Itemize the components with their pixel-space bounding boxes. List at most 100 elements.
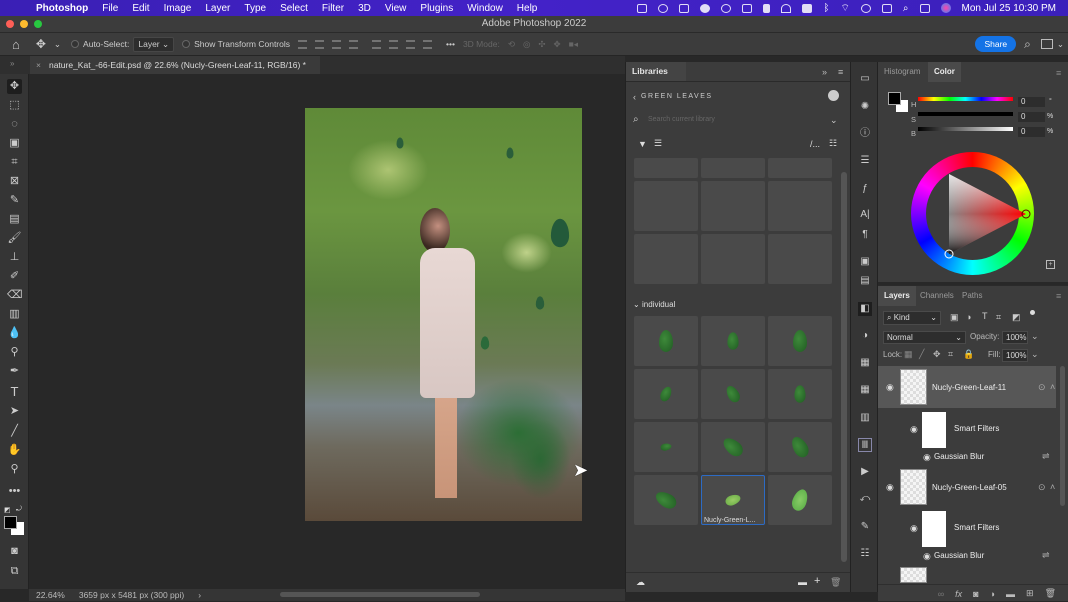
workspace-dropdown-icon[interactable]: ⌄ <box>1057 39 1064 50</box>
dodge-tool-icon[interactable]: ⚲ <box>7 345 22 360</box>
layers-scrollbar[interactable] <box>1060 366 1065 506</box>
object-selection-tool-icon[interactable]: ▣ <box>7 136 22 151</box>
expand-color-icon[interactable]: + <box>1046 260 1055 269</box>
menu-view[interactable]: View <box>385 3 407 14</box>
filter-row[interactable]: ◉ Gaussian Blur ⇌ <box>878 549 1056 563</box>
comments-icon[interactable]: ▭ <box>858 72 872 86</box>
library-item[interactable] <box>634 369 698 419</box>
library-item[interactable] <box>768 422 832 472</box>
library-item[interactable] <box>634 422 698 472</box>
zoom-tool-icon[interactable]: ⚲ <box>7 462 22 477</box>
battery-icon[interactable] <box>881 3 892 13</box>
invite-user-icon[interactable] <box>828 90 839 101</box>
visibility-eye-icon[interactable]: ◉ <box>910 424 918 435</box>
smart-filters-row[interactable]: ◉ Smart Filters <box>878 410 1056 452</box>
menu-3d[interactable]: 3D <box>358 3 371 14</box>
lock-all-icon[interactable]: 🔒 <box>963 349 974 360</box>
library-item[interactable] <box>701 181 765 231</box>
history-brush-tool-icon[interactable]: ✐ <box>7 269 22 284</box>
library-item[interactable] <box>701 234 765 284</box>
show-transform-checkbox[interactable] <box>182 40 191 48</box>
align-top-icon[interactable] <box>372 39 382 49</box>
library-item[interactable] <box>701 158 765 178</box>
library-item[interactable] <box>634 158 698 178</box>
tab-histogram[interactable]: Histogram <box>878 62 926 82</box>
library-item[interactable] <box>701 422 765 472</box>
library-item[interactable] <box>701 369 765 419</box>
new-adjustment-icon[interactable]: ◑ <box>990 589 995 599</box>
tab-paths[interactable]: Paths <box>956 286 988 306</box>
delete-icon[interactable]: 🗑 <box>830 577 841 588</box>
align-middle-icon[interactable] <box>389 39 399 49</box>
menu-edit[interactable]: Edit <box>132 3 149 14</box>
zoom-level[interactable]: 22.64% <box>36 590 65 600</box>
sort-icon[interactable]: ☰ <box>654 138 662 149</box>
tab-layers[interactable]: Layers <box>878 286 916 306</box>
document-canvas-image[interactable] <box>305 108 582 521</box>
filter-type-icon[interactable]: T <box>982 311 988 321</box>
swatches-icon[interactable]: ▦ <box>858 383 872 397</box>
saturation-slider[interactable] <box>918 112 1013 116</box>
spotlight-icon[interactable]: ⌕ <box>903 3 909 14</box>
distribute-horizontal-icon[interactable] <box>423 39 433 49</box>
collapse-filters-icon[interactable]: ˄ <box>1050 382 1055 392</box>
quick-mask-icon[interactable]: ◙ <box>7 544 22 559</box>
brush-tool-icon[interactable]: 🖌 <box>7 231 22 246</box>
opacity-input[interactable]: 100% <box>1002 331 1028 344</box>
gradient-tool-icon[interactable]: ▥ <box>7 307 22 322</box>
tab-channels[interactable]: Channels <box>914 286 960 306</box>
fill-dropdown[interactable]: ⌄ <box>1031 349 1039 360</box>
panel-menu-icon[interactable]: ≡ <box>1056 291 1061 301</box>
saturation-value[interactable]: 0 <box>1018 112 1045 122</box>
menu-plugins[interactable]: Plugins <box>420 3 453 14</box>
blending-options-icon[interactable]: ⇌ <box>1042 550 1050 561</box>
edit-toolbar-icon[interactable]: ••• <box>7 484 22 499</box>
horizontal-scrollbar[interactable] <box>280 592 480 597</box>
library-item[interactable] <box>701 316 765 366</box>
library-item[interactable] <box>768 181 832 231</box>
move-tool-icon[interactable]: ✥ <box>7 79 22 94</box>
control-center-icon[interactable] <box>919 3 930 13</box>
brush-settings-icon[interactable]: ✺ <box>858 100 872 114</box>
path-selection-tool-icon[interactable]: ➤ <box>7 404 22 419</box>
lock-position-icon[interactable]: ✥ <box>933 349 941 360</box>
tab-color[interactable]: Color <box>928 62 961 82</box>
default-colors-icon[interactable]: ◩ <box>4 506 11 514</box>
list-view-icon[interactable]: ☷ <box>829 138 837 149</box>
visibility-eye-icon[interactable]: ◉ <box>923 452 931 463</box>
filter-row[interactable]: ◉ Gaussian Blur ⇌ <box>878 450 1056 464</box>
styles-icon[interactable]: ƒ <box>858 182 872 196</box>
back-icon[interactable]: ‹ <box>633 92 636 102</box>
library-item[interactable] <box>768 475 832 525</box>
distribute-vertical-icon[interactable] <box>349 39 359 49</box>
crop-tool-icon[interactable]: ⌗ <box>7 155 22 170</box>
library-search-input[interactable]: Search current library <box>648 116 715 123</box>
status-menu-arrow[interactable]: › <box>198 590 201 600</box>
visibility-eye-icon[interactable]: ◉ <box>923 551 931 562</box>
line-tool-icon[interactable]: ╱ <box>7 424 22 439</box>
panel-menu-icon[interactable]: ≡ <box>838 67 843 77</box>
swap-colors-icon[interactable]: ⤾ <box>16 506 22 514</box>
menu-filter[interactable]: Filter <box>322 3 344 14</box>
more-options-button[interactable]: ••• <box>446 39 455 49</box>
actions-icon[interactable]: ▶ <box>858 465 872 479</box>
bluetooth-icon[interactable]: ᛒ <box>823 3 829 14</box>
library-item[interactable] <box>634 181 698 231</box>
layer-name[interactable]: Nucly-Green-Leaf-05 <box>932 483 1007 492</box>
foreground-color-swatch[interactable] <box>888 92 901 105</box>
library-item[interactable] <box>768 158 832 178</box>
gradients-icon[interactable]: ▥ <box>858 411 872 425</box>
type-tool-icon[interactable]: T <box>7 384 22 399</box>
frame-tool-icon[interactable]: ⊠ <box>7 174 22 189</box>
workspace-icon[interactable] <box>1040 39 1053 49</box>
info-icon[interactable]: ⓘ <box>858 127 872 141</box>
menu-app[interactable]: Photoshop <box>36 3 88 14</box>
layer-style-icon[interactable]: fx <box>955 589 962 599</box>
creative-cloud-icon[interactable] <box>658 3 669 13</box>
menu-window[interactable]: Window <box>467 3 503 14</box>
lasso-tool-icon[interactable]: ◌ <box>7 117 22 132</box>
home-icon[interactable]: ⌂ <box>12 37 20 52</box>
clock[interactable]: Mon Jul 25 10:30 PM <box>962 3 1057 14</box>
smart-filters-row[interactable]: ◉ Smart Filters <box>878 509 1056 551</box>
collapse-filters-icon[interactable]: ˄ <box>1050 482 1055 492</box>
